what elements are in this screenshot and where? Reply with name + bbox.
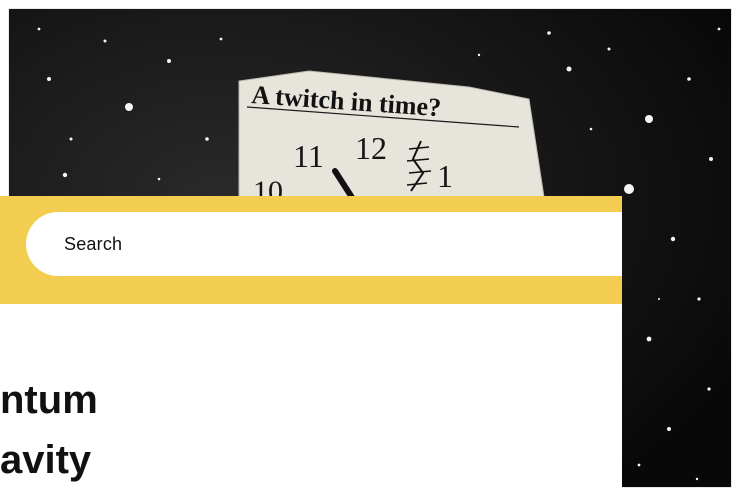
search-input[interactable]: Search	[26, 212, 622, 276]
svg-text:1: 1	[437, 158, 453, 194]
article-title-line-1: ntum	[0, 378, 98, 422]
article-title[interactable]: ntum avity	[0, 370, 98, 490]
search-bar: Search	[0, 196, 622, 304]
article-panel: ntum avity	[0, 304, 622, 491]
search-placeholder: Search	[64, 233, 123, 254]
svg-text:11: 11	[293, 138, 324, 174]
svg-text:12: 12	[355, 130, 387, 166]
article-title-line-2: avity	[0, 438, 92, 482]
